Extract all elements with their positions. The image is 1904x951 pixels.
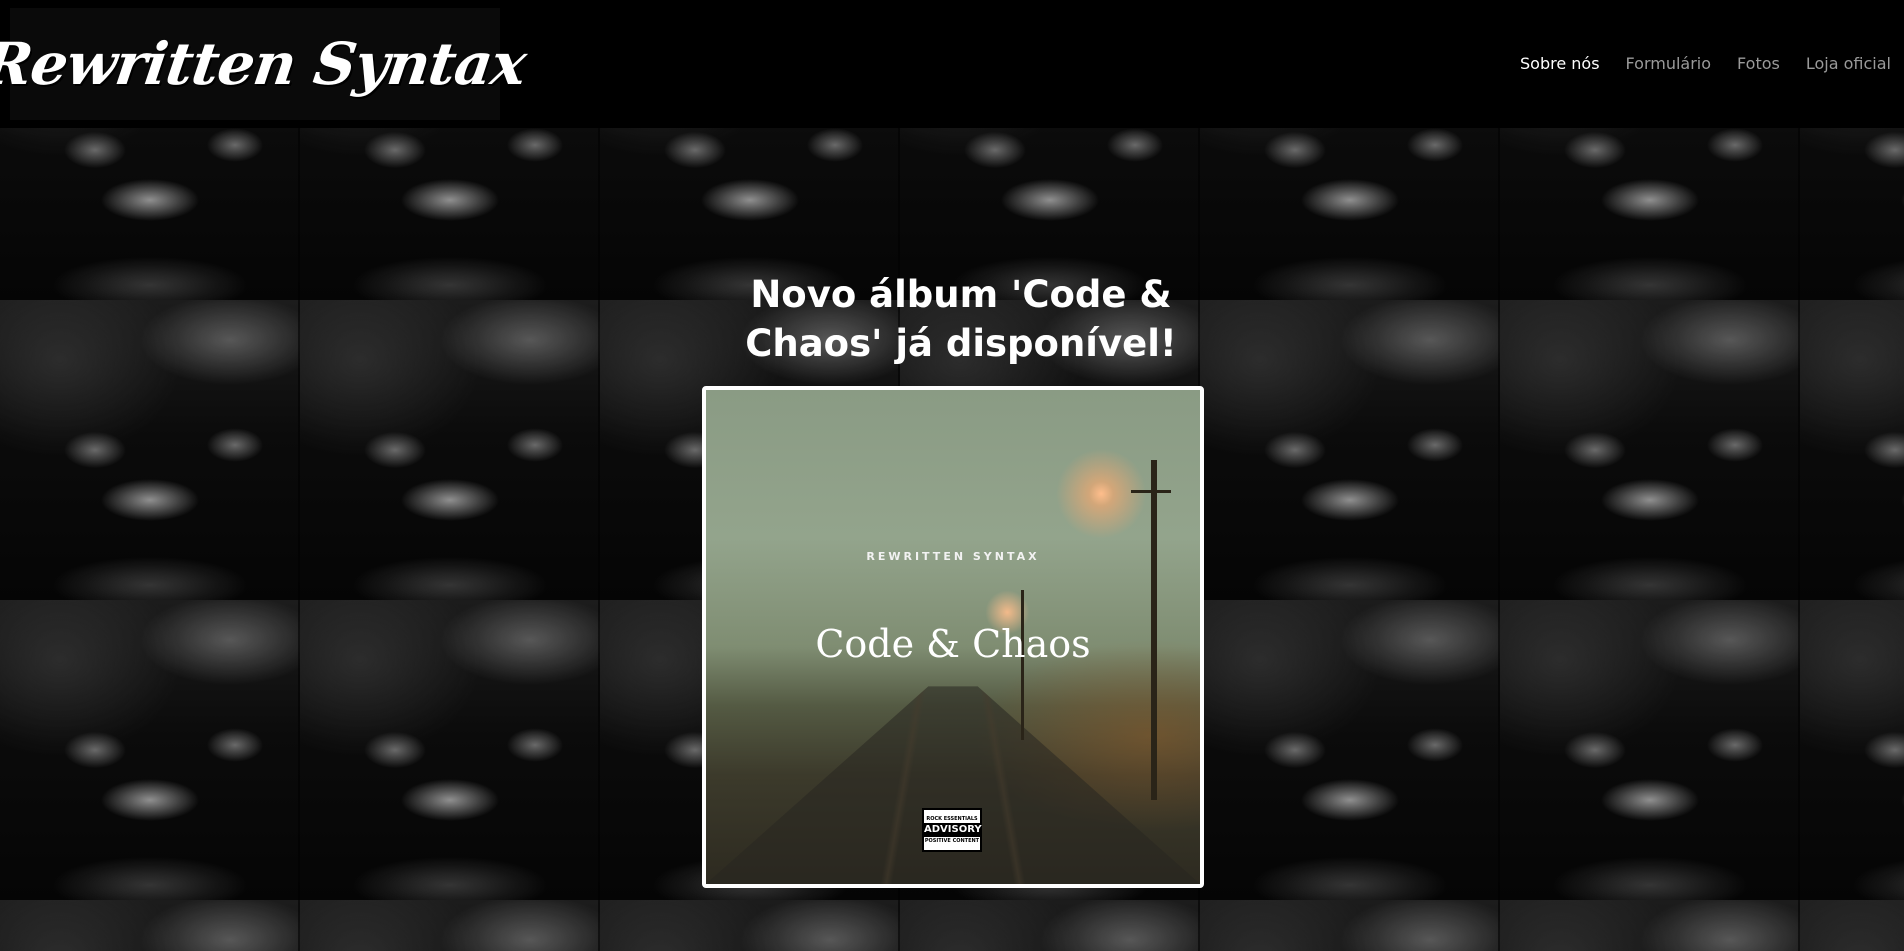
advisory-middle-text: ADVISORY: [924, 823, 982, 837]
advisory-top-text: ROCK ESSENTIALS: [926, 816, 978, 822]
band-logo[interactable]: Rewritten Syntax: [0, 8, 530, 120]
nav-link-formulario[interactable]: Formulário: [1613, 50, 1725, 77]
album-cover-pole-arm: [1131, 490, 1171, 493]
parental-advisory-label: ROCK ESSENTIALS ADVISORY POSITIVE CONTEN…: [922, 808, 982, 852]
advisory-bottom-text: POSITIVE CONTENT: [924, 838, 980, 844]
hero-title: Novo álbum 'Code & Chaos' já disponível!: [745, 273, 1177, 365]
nav-link-loja-oficial[interactable]: Loja oficial: [1793, 50, 1904, 77]
site-header: Rewritten Syntax Sobre nós Formulário Fo…: [0, 0, 1904, 128]
album-band-name: REWRITTEN SYNTAX: [866, 550, 1040, 563]
nav-link-fotos[interactable]: Fotos: [1724, 50, 1793, 77]
album-cover-image: REWRITTEN SYNTAX Code & Chaos ROCK ESSEN…: [702, 386, 1204, 888]
main-nav: Sobre nós Formulário Fotos Loja oficial: [1507, 50, 1904, 77]
album-title: Code & Chaos: [815, 622, 1091, 666]
nav-link-sobre-nos[interactable]: Sobre nós: [1507, 50, 1613, 77]
logo-text: Rewritten Syntax: [0, 30, 531, 98]
